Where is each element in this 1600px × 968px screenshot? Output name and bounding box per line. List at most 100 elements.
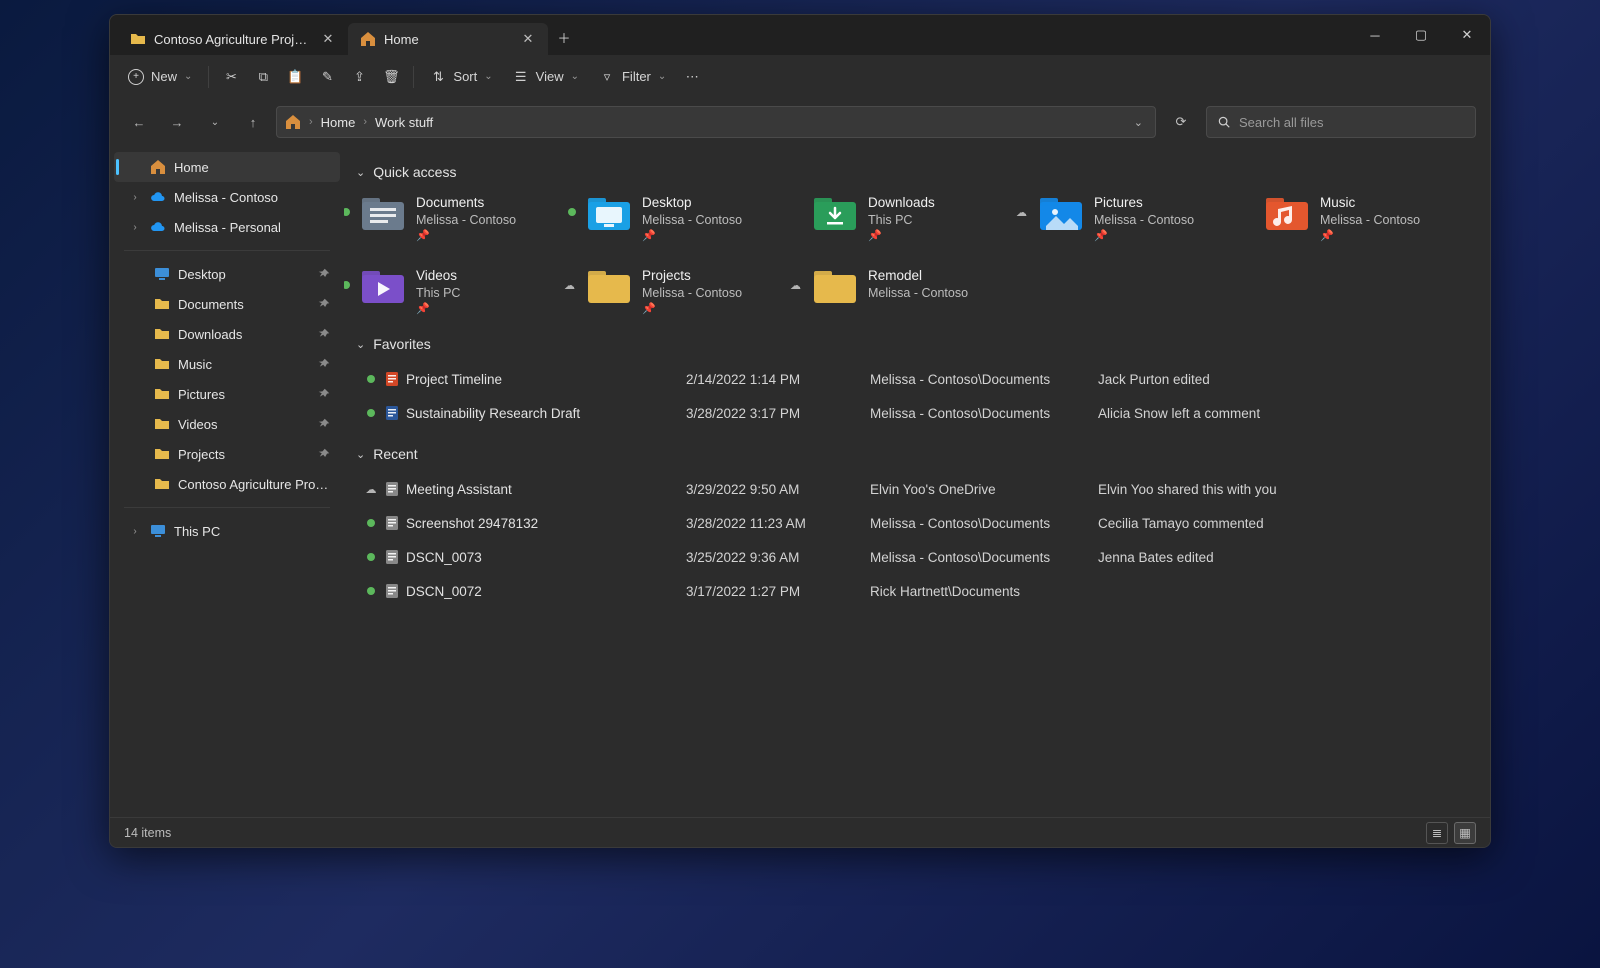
- sidebar-item-music[interactable]: Music: [114, 349, 340, 379]
- file-path: Melissa - Contoso\Documents: [866, 372, 1098, 387]
- expand-chevron-icon: ›: [128, 526, 142, 537]
- address-dropdown-icon[interactable]: ⌄: [1130, 116, 1147, 129]
- section-title: Recent: [373, 446, 417, 462]
- tile-location: This PC: [868, 212, 935, 229]
- maximize-button[interactable]: ▢: [1398, 15, 1444, 55]
- quick-access-tile-remodel[interactable]: ☁RemodelMelissa - Contoso: [806, 263, 1024, 320]
- up-button[interactable]: ↑: [238, 107, 268, 137]
- file-name: Meeting Assistant: [406, 482, 686, 497]
- copy-button[interactable]: ⧉: [247, 61, 279, 93]
- tile-name: Music: [1320, 194, 1420, 212]
- sidebar-item-this-pc[interactable]: ›This PC: [114, 516, 340, 546]
- rename-button[interactable]: ✎: [311, 61, 343, 93]
- favorites-list: Project Timeline2/14/2022 1:14 PMMelissa…: [354, 362, 1470, 430]
- download-green: [154, 326, 170, 342]
- sidebar-item-desktop[interactable]: Desktop: [114, 259, 340, 289]
- new-button[interactable]: + New ⌄: [122, 61, 202, 93]
- breadcrumb-workstuff[interactable]: Work stuff: [375, 115, 433, 130]
- sidebar-item-documents[interactable]: Documents: [114, 289, 340, 319]
- cloud-status-icon: ☁: [1016, 206, 1027, 219]
- share-button[interactable]: ⇪: [343, 61, 375, 93]
- tab-home[interactable]: Home ✕: [348, 23, 548, 55]
- quick-access-tile-desktop[interactable]: DesktopMelissa - Contoso📌: [580, 190, 798, 247]
- file-name: DSCN_0072: [406, 584, 686, 599]
- close-window-button[interactable]: ✕: [1444, 15, 1490, 55]
- sidebar-item-label: Home: [174, 160, 330, 175]
- cloud-blue: [150, 189, 166, 205]
- file-row[interactable]: Screenshot 294781323/28/2022 11:23 AMMel…: [354, 506, 1470, 540]
- view-button[interactable]: ☰ View ⌄: [503, 61, 589, 93]
- search-box[interactable]: [1206, 106, 1476, 138]
- breadcrumb-home[interactable]: Home: [321, 115, 356, 130]
- sidebar-item-videos[interactable]: Videos: [114, 409, 340, 439]
- pin-icon: 📌: [1320, 229, 1420, 243]
- videos-icon: [360, 267, 406, 307]
- ppt-file-icon: [384, 371, 400, 387]
- quick-access-tile-downloads[interactable]: DownloadsThis PC📌: [806, 190, 1024, 247]
- separator: [413, 66, 414, 88]
- sort-button[interactable]: ⇅ Sort ⌄: [420, 61, 502, 93]
- sidebar-item-melissa-personal[interactable]: ›Melissa - Personal: [114, 212, 340, 242]
- delete-button[interactable]: 🗑: [375, 61, 407, 93]
- quick-access-tile-documents[interactable]: DocumentsMelissa - Contoso📌: [354, 190, 572, 247]
- sidebar-item-label: Desktop: [178, 267, 310, 282]
- file-row[interactable]: Project Timeline2/14/2022 1:14 PMMelissa…: [354, 362, 1470, 396]
- chevron-down-icon: ⌄: [571, 71, 579, 82]
- file-row[interactable]: DSCN_00733/25/2022 9:36 AMMelissa - Cont…: [354, 540, 1470, 574]
- pin-icon: 📌: [642, 302, 742, 316]
- file-row[interactable]: Sustainability Research Draft3/28/2022 3…: [354, 396, 1470, 430]
- chevron-down-icon: ⌄: [658, 71, 666, 82]
- close-tab-icon[interactable]: ✕: [318, 29, 338, 49]
- quick-access-header[interactable]: ⌄ Quick access: [356, 164, 1470, 180]
- tile-meta: DesktopMelissa - Contoso📌: [642, 194, 742, 243]
- quick-access-tile-videos[interactable]: VideosThis PC📌: [354, 263, 572, 320]
- file-activity: Cecilia Tamayo commented: [1098, 516, 1466, 531]
- address-bar[interactable]: › Home › Work stuff ⌄: [276, 106, 1156, 138]
- video-purple: [154, 416, 170, 432]
- forward-button[interactable]: →: [162, 107, 192, 137]
- details-view-button[interactable]: ≣: [1426, 822, 1448, 844]
- filter-button[interactable]: ▿ Filter ⌄: [589, 61, 676, 93]
- quick-access-tile-music[interactable]: MusicMelissa - Contoso📌: [1258, 190, 1476, 247]
- recent-locations-button[interactable]: ⌄: [200, 107, 230, 137]
- tiles-view-button[interactable]: ▦: [1454, 822, 1476, 844]
- file-date: 3/29/2022 9:50 AM: [686, 482, 866, 497]
- file-row[interactable]: ☁Meeting Assistant3/29/2022 9:50 AMElvin…: [354, 472, 1470, 506]
- sidebar-item-label: Contoso Agriculture Project: [178, 477, 330, 492]
- file-row[interactable]: DSCN_00723/17/2022 1:27 PMRick Hartnett\…: [354, 574, 1470, 608]
- sidebar-item-projects[interactable]: Projects: [114, 439, 340, 469]
- refresh-button[interactable]: ⟳: [1164, 106, 1198, 138]
- close-tab-icon[interactable]: ✕: [518, 29, 538, 49]
- search-input[interactable]: [1239, 115, 1465, 130]
- sidebar-item-contoso-agriculture-project[interactable]: Contoso Agriculture Project: [114, 469, 340, 499]
- sidebar-item-home[interactable]: Home: [114, 152, 340, 182]
- more-button[interactable]: ⋯: [676, 61, 708, 93]
- sidebar-item-melissa-contoso[interactable]: ›Melissa - Contoso: [114, 182, 340, 212]
- favorites-header[interactable]: ⌄ Favorites: [356, 336, 1470, 352]
- sync-status-icon: [344, 281, 350, 289]
- tile-name: Remodel: [868, 267, 968, 285]
- sidebar-item-pictures[interactable]: Pictures: [114, 379, 340, 409]
- sidebar-item-label: Downloads: [178, 327, 310, 342]
- paste-button[interactable]: 📋: [279, 61, 311, 93]
- quick-access-tile-projects[interactable]: ☁ProjectsMelissa - Contoso📌: [580, 263, 798, 320]
- pin-icon: [318, 298, 330, 310]
- recent-header[interactable]: ⌄ Recent: [356, 446, 1470, 462]
- tile-meta: ProjectsMelissa - Contoso📌: [642, 267, 742, 316]
- new-tab-button[interactable]: ＋: [548, 21, 580, 53]
- chevron-right-icon: ›: [361, 116, 369, 128]
- quick-access-tile-pictures[interactable]: ☁PicturesMelissa - Contoso📌: [1032, 190, 1250, 247]
- tile-meta: DocumentsMelissa - Contoso📌: [416, 194, 516, 243]
- tab-contoso-project[interactable]: Contoso Agriculture Project ✕: [118, 23, 348, 55]
- back-button[interactable]: ←: [124, 107, 154, 137]
- cut-button[interactable]: ✂: [215, 61, 247, 93]
- rename-icon: ✎: [319, 69, 335, 85]
- expand-chevron-icon: ›: [128, 222, 142, 233]
- image-file-icon: [384, 481, 400, 497]
- tile-location: Melissa - Contoso: [1320, 212, 1420, 229]
- minimize-button[interactable]: ─: [1352, 15, 1398, 55]
- music-red: [154, 356, 170, 372]
- recent-list: ☁Meeting Assistant3/29/2022 9:50 AMElvin…: [354, 472, 1470, 608]
- folder-yellow: [154, 446, 170, 462]
- sidebar-item-downloads[interactable]: Downloads: [114, 319, 340, 349]
